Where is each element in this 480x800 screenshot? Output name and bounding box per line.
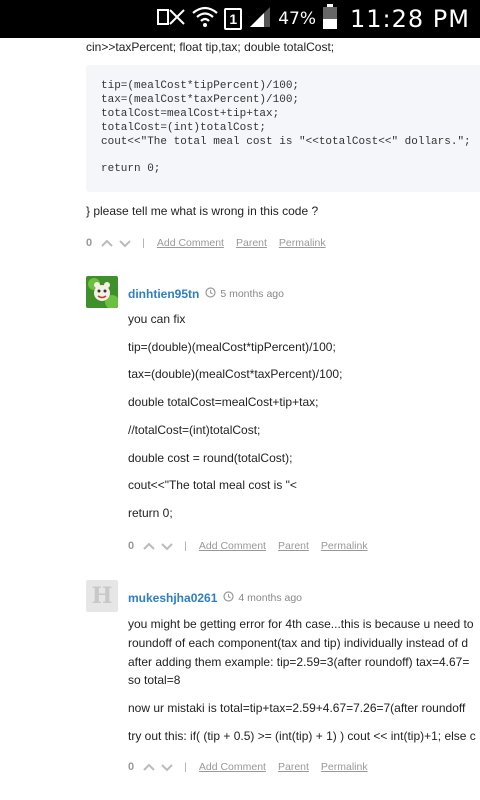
clock-time: 11:28 PM xyxy=(350,5,470,33)
comments-area: cin>>taxPercent; float tip,tax; double t… xyxy=(0,38,480,800)
comment-line: double cost = round(totalCost); xyxy=(128,451,293,465)
comment-line: now ur mistaki is total=tip+tax=2.59+4.6… xyxy=(128,701,466,715)
permalink-link[interactable]: Permalink xyxy=(279,237,326,249)
downvote-icon[interactable] xyxy=(160,540,174,552)
add-comment-link[interactable]: Add Comment xyxy=(199,540,266,552)
upvote-icon[interactable] xyxy=(142,540,156,552)
vote-count: 0 xyxy=(86,237,93,249)
permalink-link[interactable]: Permalink xyxy=(321,761,368,773)
comment-author-row: mukeshjha0261 4 months ago xyxy=(128,589,302,607)
author-name[interactable]: dinhtien95tn xyxy=(128,287,199,301)
downvote-icon[interactable] xyxy=(160,761,174,773)
reply2-actions: 0 | Add Comment Parent Permalink xyxy=(128,761,380,773)
clock-icon xyxy=(205,285,216,303)
code-text: tip=(mealCost*tipPercent)/100; tax=(meal… xyxy=(101,80,471,176)
comment-line: you can fix xyxy=(128,312,186,326)
separator: | xyxy=(184,540,187,552)
vote-count: 0 xyxy=(128,540,135,552)
status-bar: 1 47% 11:28 PM xyxy=(0,0,480,38)
question-actions: 0 | Add Comment Parent Permalink xyxy=(86,237,338,249)
comment-line: return 0; xyxy=(128,506,173,520)
battery-percent: 47% xyxy=(278,9,317,29)
add-comment-link[interactable]: Add Comment xyxy=(199,761,266,773)
comment-line: tax=(double)(mealCost*taxPercent)/100; xyxy=(128,367,343,381)
comment-line: after adding them example: tip=2.59=3(af… xyxy=(128,655,470,669)
comment-author-row: dinhtien95tn 5 months ago xyxy=(128,285,284,303)
downvote-icon[interactable] xyxy=(118,237,132,249)
upvote-icon[interactable] xyxy=(100,237,114,249)
comment-line: so total=8 xyxy=(128,673,181,687)
comment-line: roundoff of each component(tax and tip) … xyxy=(128,636,468,650)
separator: | xyxy=(142,237,145,249)
comment-line: tip=(double)(mealCost*tipPercent)/100; xyxy=(128,340,336,354)
wifi-icon xyxy=(192,6,218,33)
signal-icon xyxy=(248,6,272,33)
comment-line: //totalCost=(int)totalCost; xyxy=(128,423,261,437)
permalink-link[interactable]: Permalink xyxy=(321,540,368,552)
code-block: tip=(mealCost*tipPercent)/100; tax=(meal… xyxy=(86,65,480,192)
clock-icon xyxy=(223,589,234,607)
status-icons: 1 47% 11:28 PM xyxy=(156,0,470,38)
comment-line: try out this: if( (tip + 0.5) >= (int(ti… xyxy=(128,729,476,743)
reply1-actions: 0 | Add Comment Parent Permalink xyxy=(128,540,380,552)
question-text-top: cin>>taxPercent; float tip,tax; double t… xyxy=(86,40,335,54)
vote-count: 0 xyxy=(128,761,135,773)
parent-link[interactable]: Parent xyxy=(278,761,309,773)
parent-link[interactable]: Parent xyxy=(278,540,309,552)
add-comment-link[interactable]: Add Comment xyxy=(157,237,224,249)
avatar[interactable] xyxy=(86,276,118,308)
author-name[interactable]: mukeshjha0261 xyxy=(128,591,217,605)
comment-line: cout<<"The total meal cost is "< xyxy=(128,478,297,492)
separator: | xyxy=(184,761,187,773)
avatar[interactable]: H xyxy=(86,580,118,612)
comment-time[interactable]: 4 months ago xyxy=(238,592,302,604)
sim-1-icon: 1 xyxy=(224,8,243,30)
comment-line: you might be getting error for 4th case.… xyxy=(128,617,474,631)
comment-line: double totalCost=mealCost+tip+tax; xyxy=(128,395,319,409)
comment-time[interactable]: 5 months ago xyxy=(220,288,284,300)
question-closing-text: } please tell me what is wrong in this c… xyxy=(86,204,319,218)
no-notifications-icon xyxy=(156,6,186,33)
parent-link[interactable]: Parent xyxy=(236,237,267,249)
upvote-icon[interactable] xyxy=(142,761,156,773)
battery-icon xyxy=(322,3,338,35)
